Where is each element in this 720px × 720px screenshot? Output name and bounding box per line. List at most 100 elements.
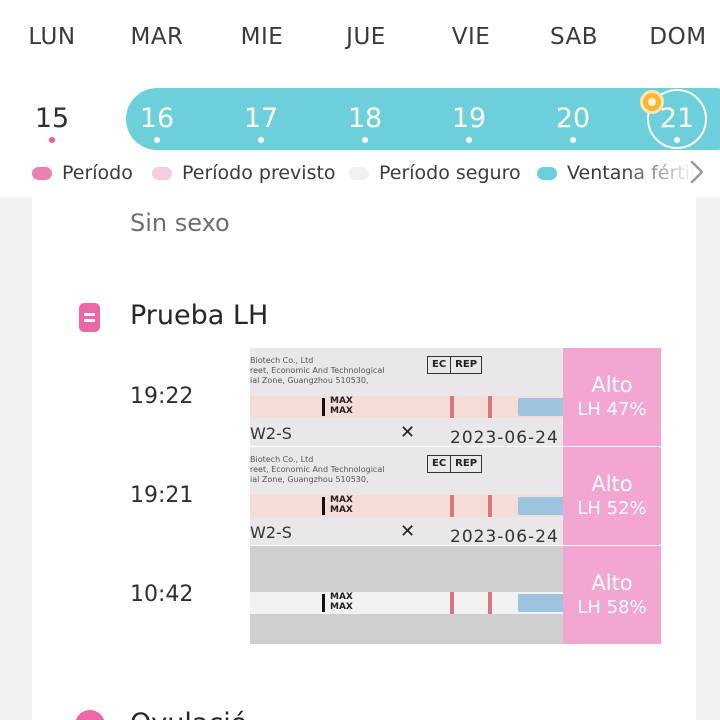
lh-level: Alto	[591, 373, 633, 397]
max-label: MAX MAX	[330, 396, 353, 416]
chevron-right-icon[interactable]	[682, 157, 712, 187]
date-strip: 15 16 17 18 19 20 21	[0, 88, 720, 150]
date-cell-15[interactable]: 15	[12, 88, 92, 150]
max-text: MAX	[330, 602, 353, 612]
test-strip: MAX MAX	[250, 592, 580, 614]
ec-rep-mark: EC REP	[427, 356, 483, 374]
legend-label: Período seguro	[379, 162, 521, 184]
lh-test-title: Prueba LH	[130, 300, 269, 331]
max-label: MAX MAX	[330, 495, 353, 515]
photo-company: Biotech Co., Ltd	[250, 455, 314, 464]
legend-period: Período	[32, 158, 133, 188]
record-dot	[674, 137, 680, 143]
strip-handle	[518, 497, 566, 515]
weekday-row: LUN MAR MIE JUE VIE SAB DOM	[0, 24, 720, 58]
photo-address-2: ial Zone, Guangzhou 510530,	[250, 475, 369, 484]
lh-percent: LH 47%	[577, 399, 647, 420]
record-dot	[154, 137, 160, 143]
date-cell-16[interactable]: 16	[117, 88, 197, 150]
max-text: MAX	[330, 406, 353, 416]
lh-test-row[interactable]: 19:22 Biotech Co., Ltd reet, Economic An…	[32, 348, 696, 446]
rep-label: REP	[450, 456, 481, 472]
lh-result-badge: Alto LH 58%	[563, 546, 661, 644]
weekday-fri: VIE	[451, 24, 491, 50]
lh-test-photo[interactable]: Biotech Co., Ltd reet, Economic And Tech…	[250, 348, 661, 446]
lh-test-row[interactable]: 10:42 MAX MAX Alto LH 58%	[32, 546, 696, 644]
max-text: MAX	[330, 495, 353, 505]
lh-test-row[interactable]: 19:21 Biotech Co., Ltd reet, Economic An…	[32, 447, 696, 545]
ovulation-flower-icon	[640, 90, 664, 114]
record-dot	[466, 137, 472, 143]
period-dot	[49, 137, 55, 143]
legend-swatch	[152, 166, 172, 180]
weekday-thu: JUE	[346, 24, 386, 50]
date-cell-17[interactable]: 17	[221, 88, 301, 150]
ec-label: EC	[432, 359, 447, 370]
weekday-tue: MAR	[130, 24, 184, 50]
record-dot	[570, 137, 576, 143]
photo-label-text: Biotech Co., Ltd reet, Economic And Tech…	[250, 356, 400, 386]
photo-date: 2023-06-24	[450, 527, 559, 545]
control-line	[488, 592, 492, 614]
lh-test-time: 10:42	[130, 582, 194, 607]
photo-x-mark: ✕	[400, 521, 416, 542]
max-bar	[322, 398, 325, 416]
lh-percent: LH 52%	[577, 498, 647, 519]
max-text: MAX	[330, 592, 353, 602]
fertile-window-band	[126, 88, 720, 150]
ec-label: EC	[432, 458, 447, 469]
date-cell-20[interactable]: 20	[533, 88, 613, 150]
lh-result-badge: Alto LH 47%	[563, 348, 661, 446]
ovulation-section-title: Ovulació	[130, 708, 247, 720]
sex-status-text: Sin sexo	[130, 209, 230, 237]
legend-predicted-period: Período previsto	[152, 158, 336, 188]
rep-label: REP	[450, 357, 481, 373]
lh-level: Alto	[591, 571, 633, 595]
max-bar	[322, 594, 325, 612]
max-bar	[322, 497, 325, 515]
weekday-wed: MIE	[240, 24, 284, 50]
legend-safe-period: Período seguro	[349, 158, 521, 188]
weekday-sat: SAB	[549, 24, 599, 50]
legend-swatch	[32, 166, 52, 180]
date-cell-19[interactable]: 19	[429, 88, 509, 150]
max-text: MAX	[330, 505, 353, 515]
test-strip: MAX MAX	[250, 495, 580, 517]
photo-label-text: Biotech Co., Ltd reet, Economic And Tech…	[250, 455, 400, 485]
photo-date: 2023-06-24	[450, 428, 559, 446]
test-line	[450, 592, 454, 614]
lh-percent: LH 58%	[577, 597, 647, 618]
strip-handle	[518, 594, 566, 612]
photo-code: W2-S	[250, 523, 292, 542]
control-line	[488, 396, 492, 418]
lh-level: Alto	[591, 472, 633, 496]
max-text: MAX	[330, 396, 353, 406]
legend-label: Período	[62, 162, 133, 184]
lh-test-icon	[79, 303, 100, 332]
lh-result-badge: Alto LH 52%	[563, 447, 661, 545]
lh-test-time: 19:22	[130, 384, 194, 409]
legend-label: Período previsto	[182, 162, 336, 184]
legend-swatch	[537, 166, 557, 180]
weekday-mon: LUN	[28, 24, 76, 50]
legend-swatch	[349, 166, 369, 180]
record-dot	[258, 137, 264, 143]
photo-address-1: reet, Economic And Technological	[250, 465, 385, 474]
strip-handle	[518, 398, 566, 416]
ec-rep-mark: EC REP	[427, 455, 483, 473]
lh-test-photo[interactable]: Biotech Co., Ltd reet, Economic And Tech…	[250, 447, 661, 545]
photo-address-2: ial Zone, Guangzhou 510530,	[250, 376, 369, 385]
date-cell-18[interactable]: 18	[325, 88, 405, 150]
photo-code: W2-S	[250, 424, 292, 443]
lh-test-time: 19:21	[130, 483, 194, 508]
calendar-header: LUN MAR MIE JUE VIE SAB DOM 15 16 17 18 …	[0, 0, 720, 197]
photo-company: Biotech Co., Ltd	[250, 356, 314, 365]
weekday-sun: DOM	[649, 24, 707, 50]
max-label: MAX MAX	[330, 592, 353, 612]
test-strip: MAX MAX	[250, 396, 580, 418]
control-line	[488, 495, 492, 517]
test-line	[450, 396, 454, 418]
lh-test-photo[interactable]: MAX MAX Alto LH 58%	[250, 546, 661, 644]
test-line	[450, 495, 454, 517]
photo-x-mark: ✕	[400, 422, 416, 443]
